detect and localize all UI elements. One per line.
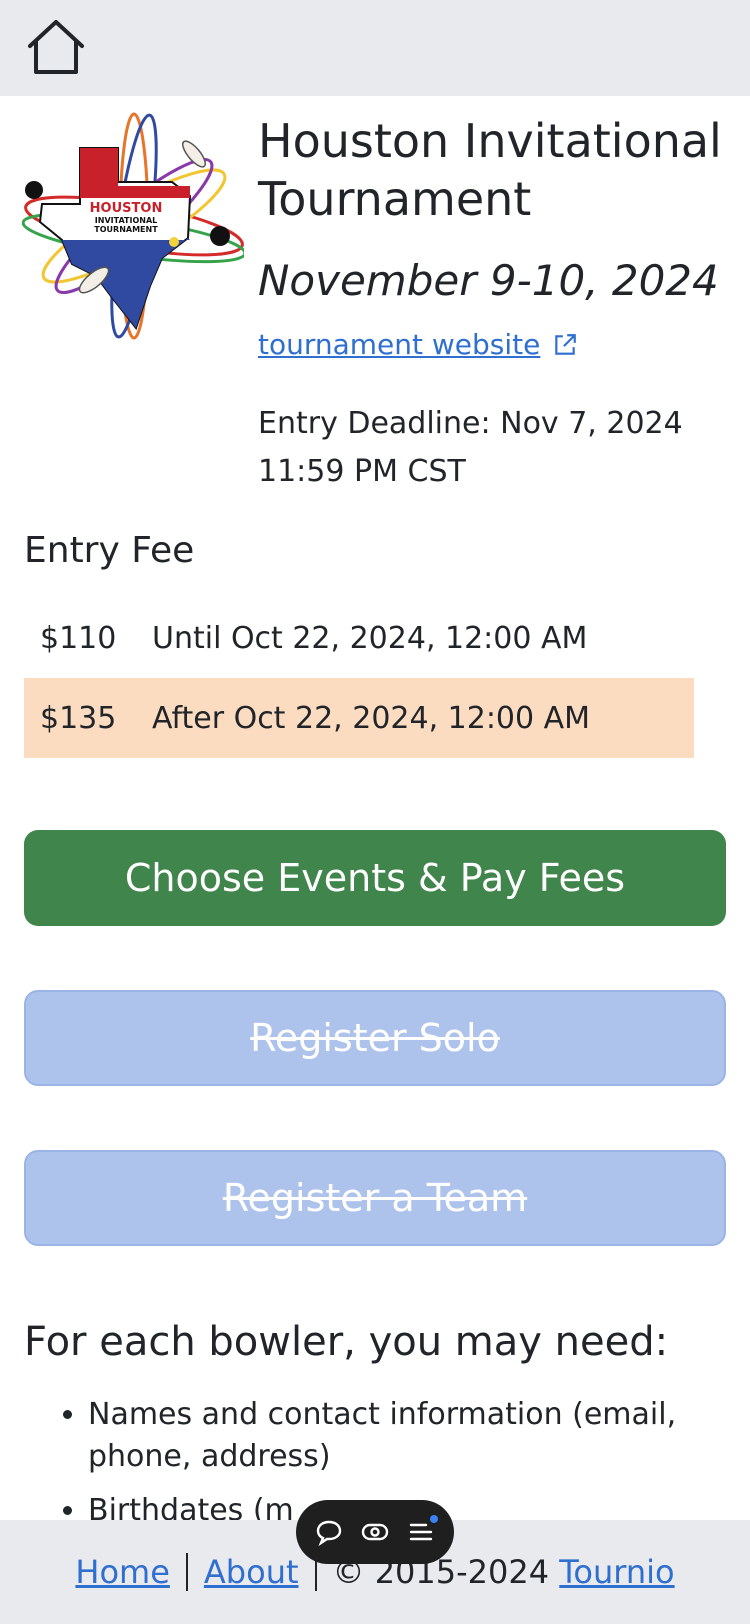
register-team-button: Register a Team [24,1150,726,1246]
external-link-icon [555,333,577,355]
fee-amount: $110 [40,620,117,656]
footer-about-link[interactable]: About [204,1553,299,1591]
logo-word-3: TOURNAMENT [94,225,158,234]
fee-amount: $135 [40,700,117,736]
floating-toolbar [296,1500,454,1564]
fee-row: $110 Until Oct 22, 2024, 12:00 AM [24,598,694,678]
fee-period: Until Oct 22, 2024, 12:00 AM [152,620,588,656]
fee-period: After Oct 22, 2024, 12:00 AM [152,700,591,736]
register-solo-button: Register Solo [24,990,726,1086]
tournament-title: Houston Invitational Tournament [258,114,722,226]
home-icon[interactable] [24,18,88,78]
tournament-dates: November 9-10, 2024 [258,256,719,305]
tournament-logo: HOUSTON INVITATIONAL TOURNAMENT [22,112,244,340]
footer-brand-link[interactable]: Tournio [559,1553,674,1591]
chat-bubble-icon[interactable] [314,1517,344,1547]
entry-fee-heading: Entry Fee [24,530,195,571]
menu-icon[interactable] [406,1515,438,1547]
notification-dot [430,1515,438,1523]
tournament-website-label: tournament website [258,328,541,361]
requirements-heading: For each bowler, you may need: [24,1319,669,1365]
entry-fee-table: $110 Until Oct 22, 2024, 12:00 AM $135 A… [24,598,694,758]
logo-word-1: HOUSTON [90,201,163,216]
footer-divider [185,1553,188,1591]
entry-deadline: Entry Deadline: Nov 7, 2024 11:59 PM CST [258,406,683,489]
eye-icon[interactable] [360,1517,390,1547]
choose-events-button[interactable]: Choose Events & Pay Fees [24,830,726,926]
logo-word-2: INVITATIONAL [95,216,157,225]
fee-row-current: $135 After Oct 22, 2024, 12:00 AM [24,678,694,758]
list-item: Names and contact information (email, ph… [88,1394,750,1478]
footer-home-link[interactable]: Home [75,1553,170,1591]
top-nav-bar [0,0,750,96]
tournament-website-link[interactable]: tournament website [258,328,578,361]
